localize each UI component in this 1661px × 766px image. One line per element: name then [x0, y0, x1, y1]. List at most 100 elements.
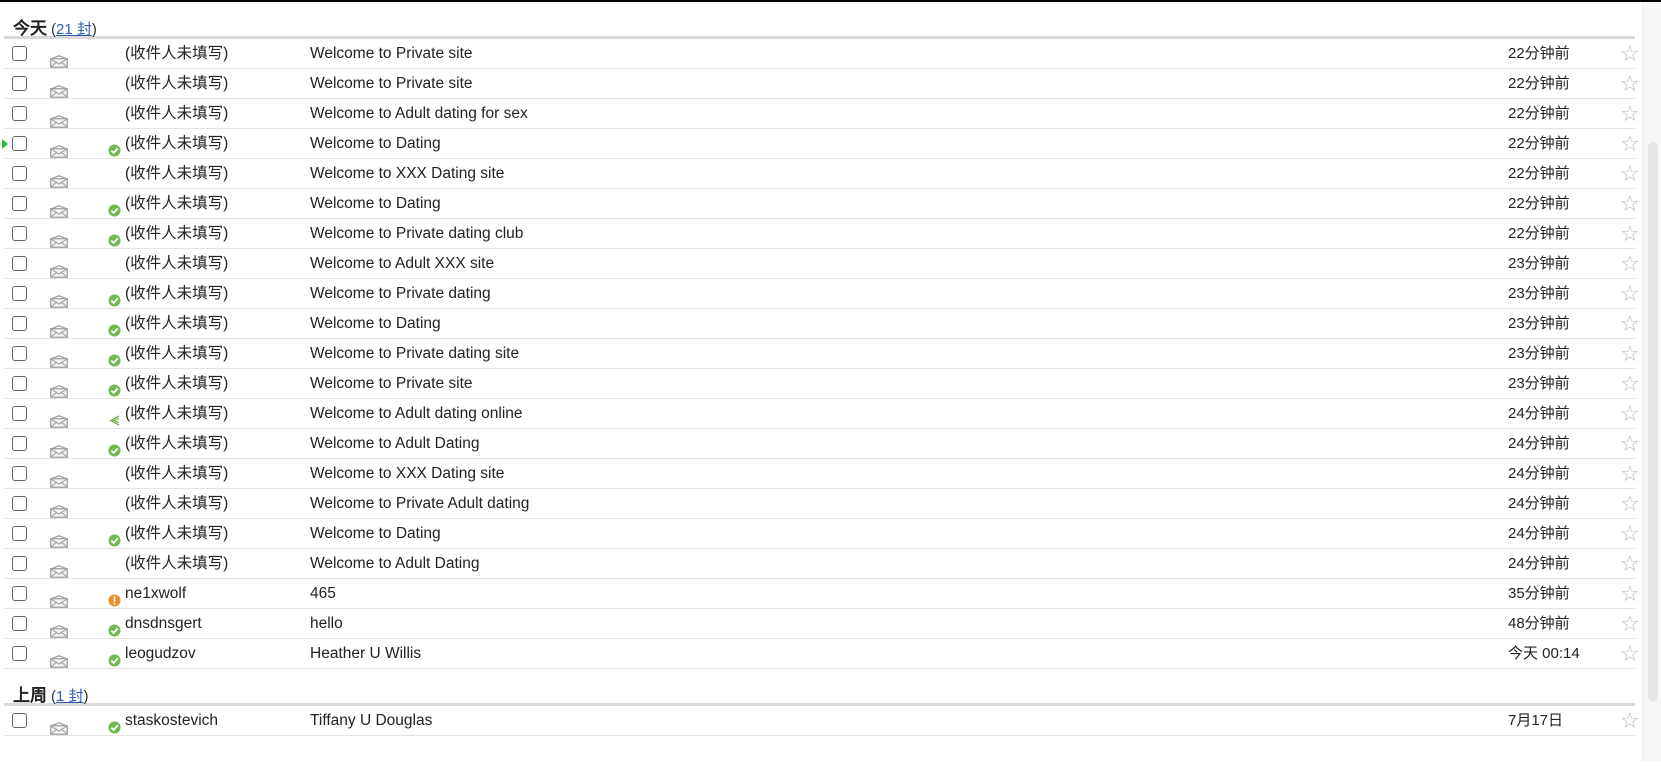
row-checkbox[interactable]	[12, 466, 27, 481]
star-icon[interactable]: ☆	[1620, 249, 1640, 279]
star-icon[interactable]: ☆	[1620, 429, 1640, 459]
star-icon[interactable]: ☆	[1620, 489, 1640, 519]
row-checkbox[interactable]	[12, 376, 27, 391]
status-empty	[108, 498, 121, 511]
subject[interactable]: Welcome to Private site	[310, 69, 473, 99]
row-checkbox[interactable]	[12, 646, 27, 661]
mail-row[interactable]: (收件人未填写) Welcome to Private dating 23分钟前…	[4, 279, 1640, 309]
star-icon[interactable]: ☆	[1620, 129, 1640, 159]
mail-row[interactable]: (收件人未填写) Welcome to Adult Dating 24分钟前 ☆	[4, 549, 1640, 579]
mail-row[interactable]: staskostevich Tiffany U Douglas 7月17日 ☆	[4, 706, 1640, 736]
subject[interactable]: Welcome to Adult dating for sex	[310, 99, 528, 129]
star-icon[interactable]: ☆	[1620, 706, 1640, 736]
row-checkbox[interactable]	[12, 106, 27, 121]
row-checkbox[interactable]	[12, 226, 27, 241]
row-checkbox[interactable]	[12, 46, 27, 61]
group-count-link[interactable]: 21 封	[56, 21, 92, 38]
star-icon[interactable]: ☆	[1620, 159, 1640, 189]
mail-row[interactable]: (收件人未填写) Welcome to Private site 22分钟前 ☆	[4, 39, 1640, 69]
row-checkbox[interactable]	[12, 76, 27, 91]
row-checkbox[interactable]	[12, 346, 27, 361]
row-checkbox[interactable]	[12, 496, 27, 511]
subject[interactable]: Welcome to Adult Dating	[310, 429, 479, 459]
star-icon[interactable]: ☆	[1620, 639, 1640, 669]
subject[interactable]: Heather U Willis	[310, 639, 421, 669]
star-icon[interactable]: ☆	[1620, 339, 1640, 369]
star-icon[interactable]: ☆	[1620, 189, 1640, 219]
subject[interactable]: Welcome to XXX Dating site	[310, 159, 504, 189]
status-empty	[108, 468, 121, 481]
time: 22分钟前	[1508, 105, 1570, 122]
star-icon[interactable]: ☆	[1620, 519, 1640, 549]
subject[interactable]: Welcome to Dating	[310, 129, 441, 159]
mail-row[interactable]: (收件人未填写) Welcome to Private site 22分钟前 ☆	[4, 69, 1640, 99]
mail-row[interactable]: (收件人未填写) Welcome to Private dating club …	[4, 219, 1640, 249]
row-checkbox[interactable]	[12, 136, 27, 151]
mail-row[interactable]: (收件人未填写) Welcome to Dating 22分钟前 ☆	[4, 189, 1640, 219]
row-checkbox[interactable]	[12, 286, 27, 301]
subject[interactable]: Welcome to Private dating club	[310, 219, 523, 249]
subject[interactable]: Welcome to Private dating	[310, 279, 491, 309]
scrollbar-thumb[interactable]	[1648, 142, 1658, 702]
star-icon[interactable]: ☆	[1620, 309, 1640, 339]
star-icon[interactable]: ☆	[1620, 39, 1640, 69]
group-label: 上周	[13, 686, 47, 705]
row-checkbox[interactable]	[12, 166, 27, 181]
row-checkbox[interactable]	[12, 256, 27, 271]
subject[interactable]: Welcome to Private dating site	[310, 339, 519, 369]
mail-row[interactable]: (收件人未填写) Welcome to Dating 23分钟前 ☆	[4, 309, 1640, 339]
mail-row[interactable]: ne1xwolf 465 35分钟前 ☆	[4, 579, 1640, 609]
row-checkbox[interactable]	[12, 436, 27, 451]
star-icon[interactable]: ☆	[1620, 609, 1640, 639]
subject[interactable]: Welcome to Adult dating online	[310, 399, 523, 429]
row-checkbox[interactable]	[12, 406, 27, 421]
subject[interactable]: Welcome to Private Adult dating	[310, 489, 529, 519]
mail-row[interactable]: (收件人未填写) Welcome to Private Adult dating…	[4, 489, 1640, 519]
row-checkbox[interactable]	[12, 556, 27, 571]
status-empty	[108, 558, 121, 571]
subject[interactable]: Welcome to Private site	[310, 39, 473, 69]
row-checkbox[interactable]	[12, 586, 27, 601]
subject[interactable]: hello	[310, 609, 343, 639]
row-checkbox[interactable]	[12, 713, 27, 728]
row-checkbox[interactable]	[12, 316, 27, 331]
row-checkbox[interactable]	[12, 526, 27, 541]
star-icon[interactable]: ☆	[1620, 99, 1640, 129]
star-icon[interactable]: ☆	[1620, 549, 1640, 579]
subject[interactable]: Tiffany U Douglas	[310, 706, 432, 736]
subject[interactable]: Welcome to Dating	[310, 519, 441, 549]
subject[interactable]: Welcome to Dating	[310, 309, 441, 339]
star-icon[interactable]: ☆	[1620, 579, 1640, 609]
subject[interactable]: Welcome to Adult XXX site	[310, 249, 494, 279]
row-checkbox[interactable]	[12, 616, 27, 631]
mail-row[interactable]: (收件人未填写) Welcome to Adult dating online …	[4, 399, 1640, 429]
mail-row[interactable]: (收件人未填写) Welcome to Dating 22分钟前 ☆	[2, 129, 1640, 159]
star-icon[interactable]: ☆	[1620, 459, 1640, 489]
mail-row[interactable]: (收件人未填写) Welcome to Adult dating for sex…	[4, 99, 1640, 129]
next-group-header-partial	[13, 748, 1635, 766]
mail-row[interactable]: (收件人未填写) Welcome to XXX Dating site 22分钟…	[4, 159, 1640, 189]
star-icon[interactable]: ☆	[1620, 369, 1640, 399]
mail-row[interactable]: dnsdnsgert hello 48分钟前 ☆	[4, 609, 1640, 639]
star-icon[interactable]: ☆	[1620, 69, 1640, 99]
row-checkbox[interactable]	[12, 196, 27, 211]
mail-row[interactable]: (收件人未填写) Welcome to Dating 24分钟前 ☆	[4, 519, 1640, 549]
scrollbar[interactable]	[1642, 2, 1661, 761]
sender: (收件人未填写)	[125, 435, 229, 452]
subject[interactable]: 465	[310, 579, 336, 609]
mail-row[interactable]: (收件人未填写) Welcome to XXX Dating site 24分钟…	[4, 459, 1640, 489]
mail-row[interactable]: (收件人未填写) Welcome to Private dating site …	[4, 339, 1640, 369]
subject[interactable]: Welcome to Dating	[310, 189, 441, 219]
mail-row[interactable]: (收件人未填写) Welcome to Adult XXX site 23分钟前…	[4, 249, 1640, 279]
star-icon[interactable]: ☆	[1620, 219, 1640, 249]
subject[interactable]: Welcome to Adult Dating	[310, 549, 479, 579]
subject[interactable]: Welcome to XXX Dating site	[310, 459, 504, 489]
star-icon[interactable]: ☆	[1620, 399, 1640, 429]
star-icon[interactable]: ☆	[1620, 279, 1640, 309]
mail-row[interactable]: leogudzov Heather U Willis 今天 00:14 ☆	[4, 639, 1640, 669]
sender: (收件人未填写)	[125, 165, 229, 182]
mail-row[interactable]: (收件人未填写) Welcome to Adult Dating 24分钟前 ☆	[4, 429, 1640, 459]
mail-row[interactable]: (收件人未填写) Welcome to Private site 23分钟前 ☆	[4, 369, 1640, 399]
group-count-link[interactable]: 1 封	[56, 688, 84, 705]
subject[interactable]: Welcome to Private site	[310, 369, 473, 399]
